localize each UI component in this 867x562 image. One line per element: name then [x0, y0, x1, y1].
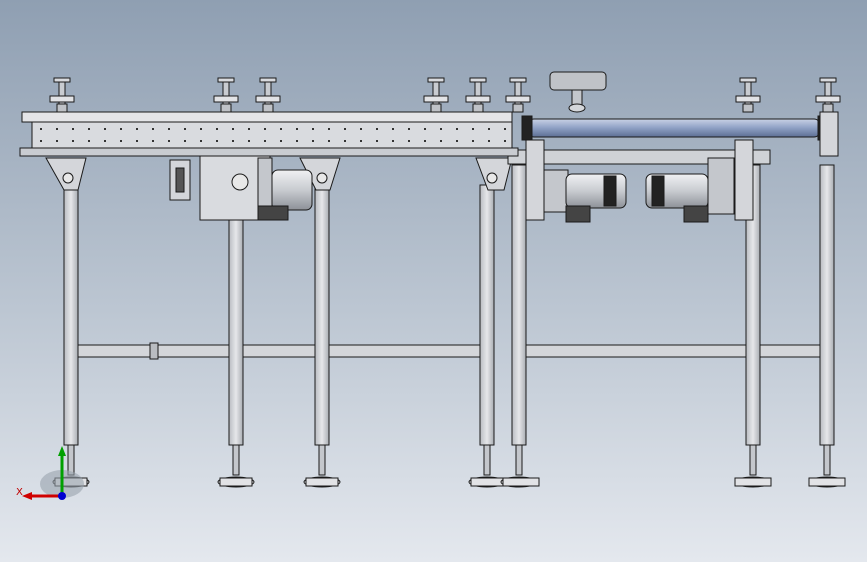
conveyor-side-rail [19, 111, 519, 157]
drive-motor [169, 155, 313, 221]
guide-handle[interactable] [465, 77, 491, 113]
guide-handles[interactable] [49, 77, 841, 113]
guide-handle[interactable] [735, 77, 761, 113]
triad-x-label: X [16, 487, 23, 498]
transfer-motor-left [543, 169, 627, 223]
leveling-feet [52, 444, 846, 488]
guide-handle[interactable] [213, 77, 239, 113]
cad-viewport[interactable]: X [0, 0, 867, 562]
handwheel[interactable] [549, 71, 607, 113]
triad-axes-icon [22, 446, 84, 500]
guide-handle[interactable] [505, 77, 531, 113]
guide-handle[interactable] [255, 77, 281, 113]
guide-handle[interactable] [423, 77, 449, 113]
guide-handle[interactable] [49, 77, 75, 113]
transfer-roller [521, 111, 839, 157]
guide-handle[interactable] [815, 77, 841, 113]
cross-braces [77, 342, 821, 360]
orientation-triad[interactable]: X [14, 440, 84, 510]
transfer-motor-right [645, 157, 735, 223]
triad-z-axis [58, 492, 66, 500]
conveyor-assembly-drawing[interactable] [0, 0, 867, 562]
